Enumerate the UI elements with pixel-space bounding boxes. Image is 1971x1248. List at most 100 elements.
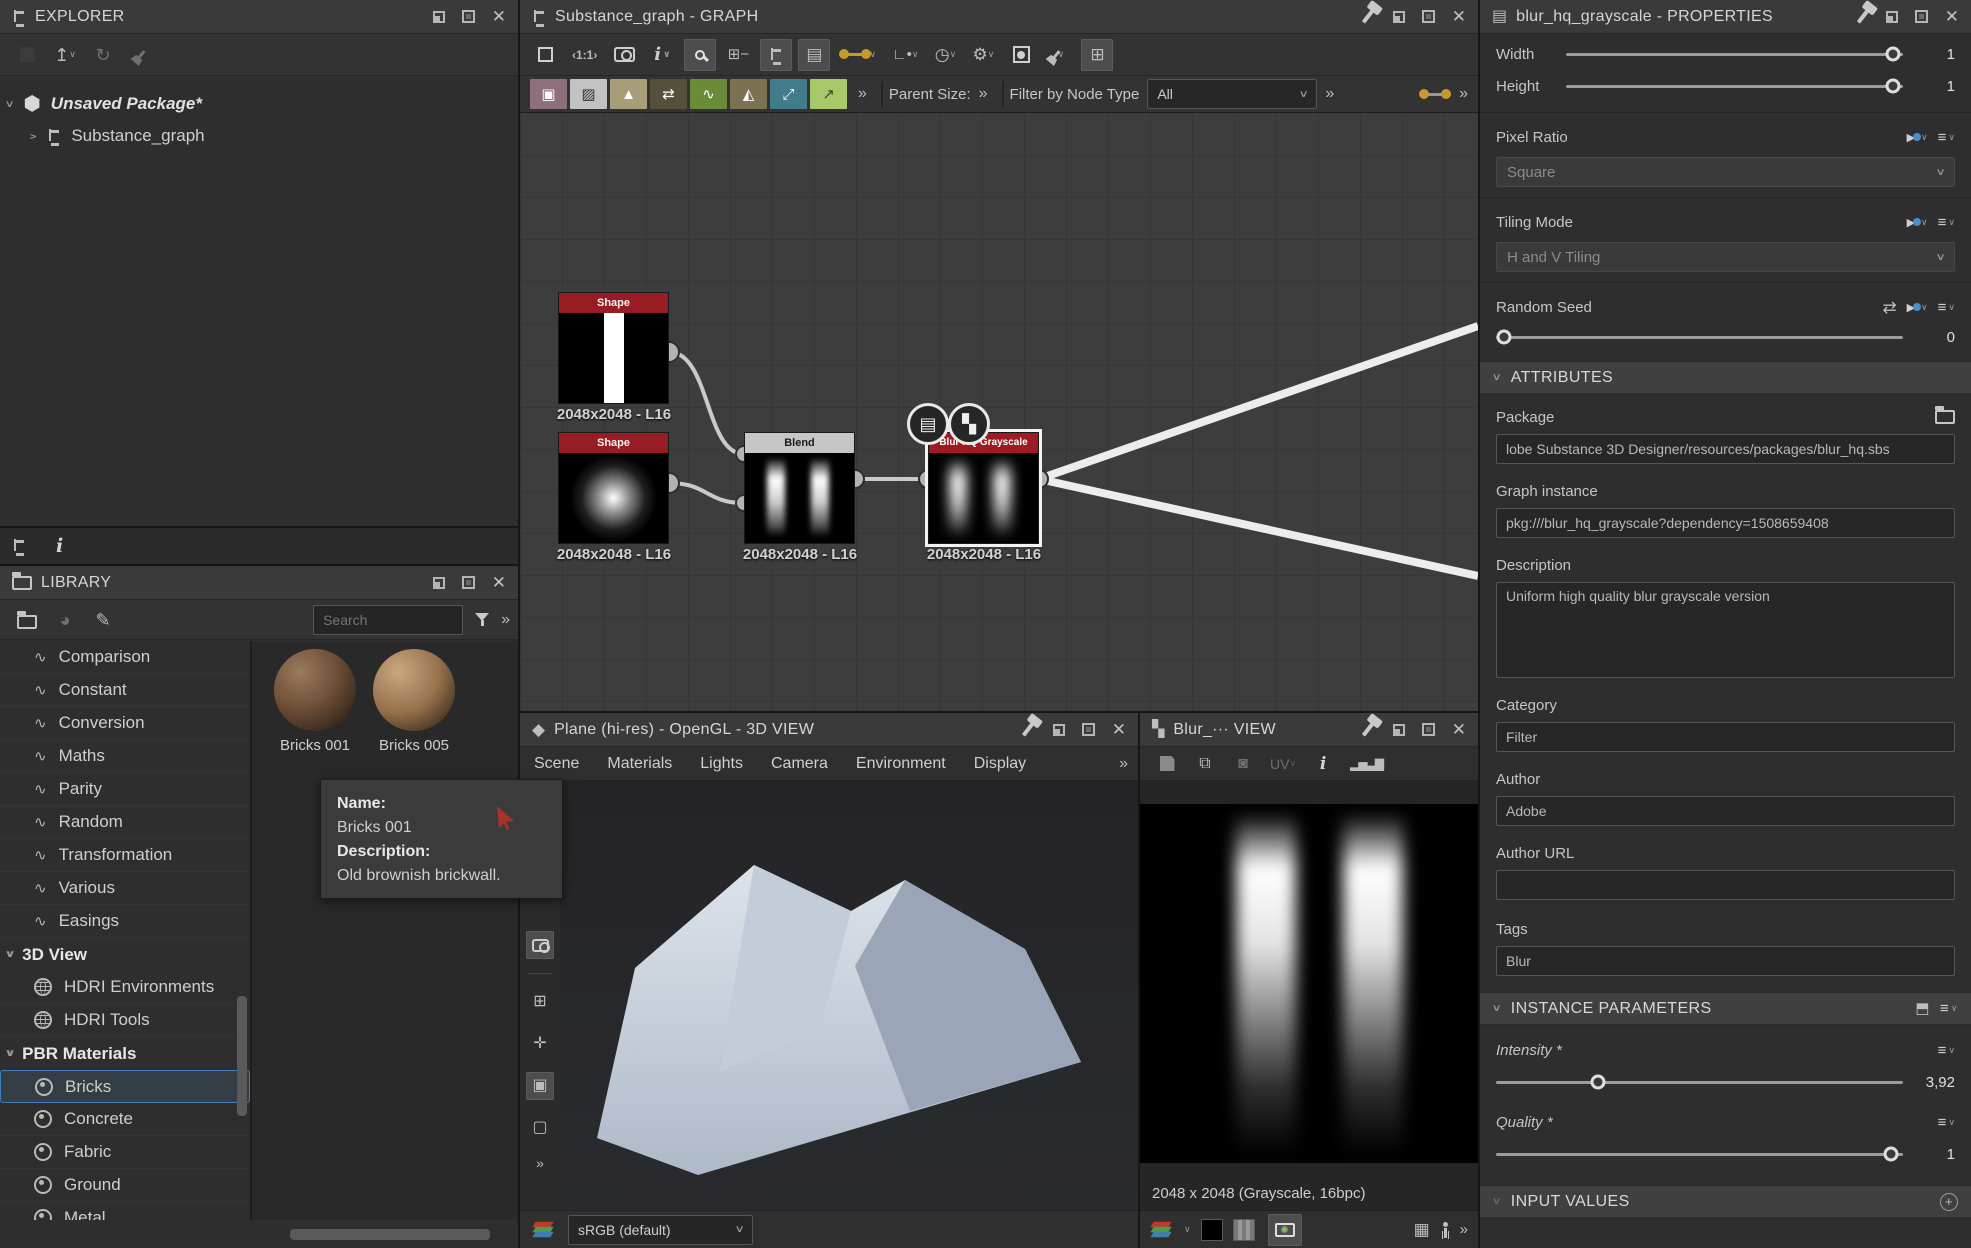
- export-button[interactable]: ↥∨: [49, 39, 81, 71]
- graph-instance-field[interactable]: pkg:///blur_hq_grayscale?dependency=1508…: [1496, 508, 1955, 538]
- float-icon[interactable]: [433, 11, 445, 23]
- snapshot-button[interactable]: [608, 39, 640, 71]
- colorspace-layers-icon[interactable]: [1150, 1221, 1174, 1239]
- close-icon[interactable]: ✕: [492, 7, 506, 27]
- filter-channels-icon[interactable]: ⇄: [650, 79, 687, 109]
- input-values-section-header[interactable]: ∨INPUT VALUES +: [1480, 1185, 1971, 1218]
- package-path-field[interactable]: lobe Substance 3D Designer/resources/pac…: [1496, 434, 1955, 464]
- float-icon[interactable]: [1393, 11, 1405, 23]
- node-blend[interactable]: Blend: [744, 432, 855, 544]
- more-icon[interactable]: »: [501, 612, 510, 628]
- attributes-section-header[interactable]: ∨ATTRIBUTES: [1480, 361, 1971, 394]
- library-group-pbr-materials[interactable]: ∨PBR Materials: [0, 1037, 250, 1070]
- library-h-scrollbar[interactable]: [290, 1229, 490, 1240]
- clean-button[interactable]: [125, 39, 157, 71]
- filter-blend-icon[interactable]: ▲: [610, 79, 647, 109]
- background-black-swatch[interactable]: [1201, 1219, 1223, 1241]
- library-item[interactable]: Fabric: [0, 1136, 250, 1169]
- maximize-icon[interactable]: [1915, 10, 1928, 23]
- parent-size-more-icon[interactable]: »: [979, 86, 988, 102]
- pin-icon[interactable]: [1022, 722, 1034, 736]
- library-item[interactable]: ∿Conversion: [0, 707, 250, 740]
- node-badge-grayscale-icon[interactable]: ▚: [948, 403, 990, 445]
- height-value[interactable]: 1: [1913, 78, 1955, 95]
- random-seed-value[interactable]: 0: [1913, 329, 1955, 346]
- width-value[interactable]: 1: [1913, 46, 1955, 63]
- layers-chevron-icon[interactable]: ∨: [1184, 1224, 1191, 1235]
- menu-display[interactable]: Display: [960, 755, 1040, 773]
- close-icon[interactable]: ✕: [1112, 720, 1126, 740]
- filter-normal-icon[interactable]: ↗: [810, 79, 847, 109]
- filter-more-icon[interactable]: »: [1325, 86, 1334, 102]
- random-seed-slider[interactable]: [1496, 336, 1903, 339]
- render-region-button[interactable]: [526, 931, 554, 959]
- display-monitor-button[interactable]: [1268, 1214, 1302, 1246]
- viewport-3d[interactable]: [560, 781, 1138, 1210]
- tree-item-graph[interactable]: ∨ Substance_graph: [6, 120, 518, 152]
- search-input[interactable]: [313, 605, 463, 635]
- library-list-scrollbar[interactable]: [237, 996, 247, 1116]
- library-group-3d-view[interactable]: ∨3D View: [0, 938, 250, 971]
- menu-environment[interactable]: Environment: [842, 755, 960, 773]
- float-icon[interactable]: [1393, 724, 1405, 736]
- parameter-menu-icon[interactable]: ≡∨: [1938, 1042, 1955, 1059]
- description-field[interactable]: Uniform high quality blur grayscale vers…: [1496, 582, 1955, 678]
- colorspace-dropdown[interactable]: sRGB (default)∨: [568, 1215, 753, 1245]
- float-icon[interactable]: [1886, 11, 1898, 23]
- parameter-menu-icon[interactable]: ≡∨: [1938, 299, 1955, 316]
- graph-view-button[interactable]: [760, 39, 792, 71]
- more-filters-icon[interactable]: »: [858, 86, 867, 102]
- category-field[interactable]: Filter: [1496, 722, 1955, 752]
- viewport-2d[interactable]: 2048 x 2048 (Grayscale, 16bpc): [1140, 781, 1478, 1210]
- uv-grid-button[interactable]: ⊞: [526, 988, 554, 1016]
- asset-thumbnail-bricks-001[interactable]: [274, 649, 356, 731]
- collapse-icon[interactable]: ∨: [5, 99, 15, 110]
- float-icon[interactable]: [433, 577, 445, 589]
- fit-view-button[interactable]: [529, 39, 561, 71]
- section-menu-icon[interactable]: ≡∨: [1940, 1000, 1958, 1017]
- side-toolbar-overflow-icon[interactable]: »: [536, 1156, 544, 1170]
- tree-item-package[interactable]: ∨ ⬢ Unsaved Package*: [6, 88, 518, 120]
- library-item[interactable]: HDRI Tools: [0, 1004, 250, 1037]
- thumbnail-mode-button[interactable]: [1005, 39, 1037, 71]
- parameter-menu-icon[interactable]: ≡∨: [1938, 1114, 1955, 1131]
- maximize-icon[interactable]: [462, 10, 475, 23]
- rerender-button[interactable]: ◙: [1227, 748, 1259, 780]
- background-stripes-swatch[interactable]: [1233, 1219, 1255, 1241]
- float-icon[interactable]: [1053, 724, 1065, 736]
- maximize-icon[interactable]: [1422, 10, 1435, 23]
- hierarchy-tab-icon[interactable]: [12, 539, 26, 553]
- graph-canvas[interactable]: Shape 2048x2048 - L16 Shape 2048x2048 - …: [520, 113, 1478, 711]
- image-info-button[interactable]: i: [1307, 748, 1339, 780]
- close-icon[interactable]: ✕: [1945, 7, 1959, 27]
- tools-button[interactable]: ⚙∨: [967, 39, 999, 71]
- filter-transform-icon[interactable]: ⤢: [770, 79, 807, 109]
- expose-function-icon[interactable]: ▶∨: [1907, 216, 1928, 229]
- physical-scale-icon[interactable]: [1440, 1222, 1450, 1238]
- author-field[interactable]: Adobe: [1496, 796, 1955, 826]
- library-item[interactable]: ∿Parity: [0, 773, 250, 806]
- close-icon[interactable]: ✕: [1452, 7, 1466, 27]
- maximize-icon[interactable]: [462, 576, 475, 589]
- tile-grid-icon[interactable]: ▦: [1414, 1221, 1430, 1238]
- maximize-icon[interactable]: [1082, 723, 1095, 736]
- menu-materials[interactable]: Materials: [593, 755, 686, 773]
- parameter-menu-icon[interactable]: ≡∨: [1938, 129, 1955, 146]
- compute-time-button[interactable]: ◷∨: [929, 39, 961, 71]
- height-slider[interactable]: [1566, 85, 1903, 88]
- link-style-button[interactable]: ∨: [836, 39, 881, 71]
- pin-icon[interactable]: [1857, 9, 1869, 23]
- node-shape-2[interactable]: Shape: [558, 432, 669, 544]
- library-item[interactable]: Metal: [0, 1202, 250, 1220]
- library-item[interactable]: ∿Comparison: [0, 641, 250, 674]
- uv-dropdown[interactable]: UV∨: [1265, 748, 1301, 780]
- intensity-slider[interactable]: [1496, 1081, 1903, 1084]
- resize-node-button[interactable]: ⊞−: [722, 39, 754, 71]
- filter-icon[interactable]: [466, 604, 498, 636]
- library-item-bricks[interactable]: Bricks: [0, 1070, 250, 1103]
- menu-overflow-icon[interactable]: »: [1119, 756, 1128, 772]
- filter-uniform-color-icon[interactable]: ▣: [530, 79, 567, 109]
- tags-field[interactable]: Blur: [1496, 946, 1955, 976]
- add-input-icon[interactable]: +: [1940, 1193, 1958, 1211]
- library-item[interactable]: ∿Various: [0, 872, 250, 905]
